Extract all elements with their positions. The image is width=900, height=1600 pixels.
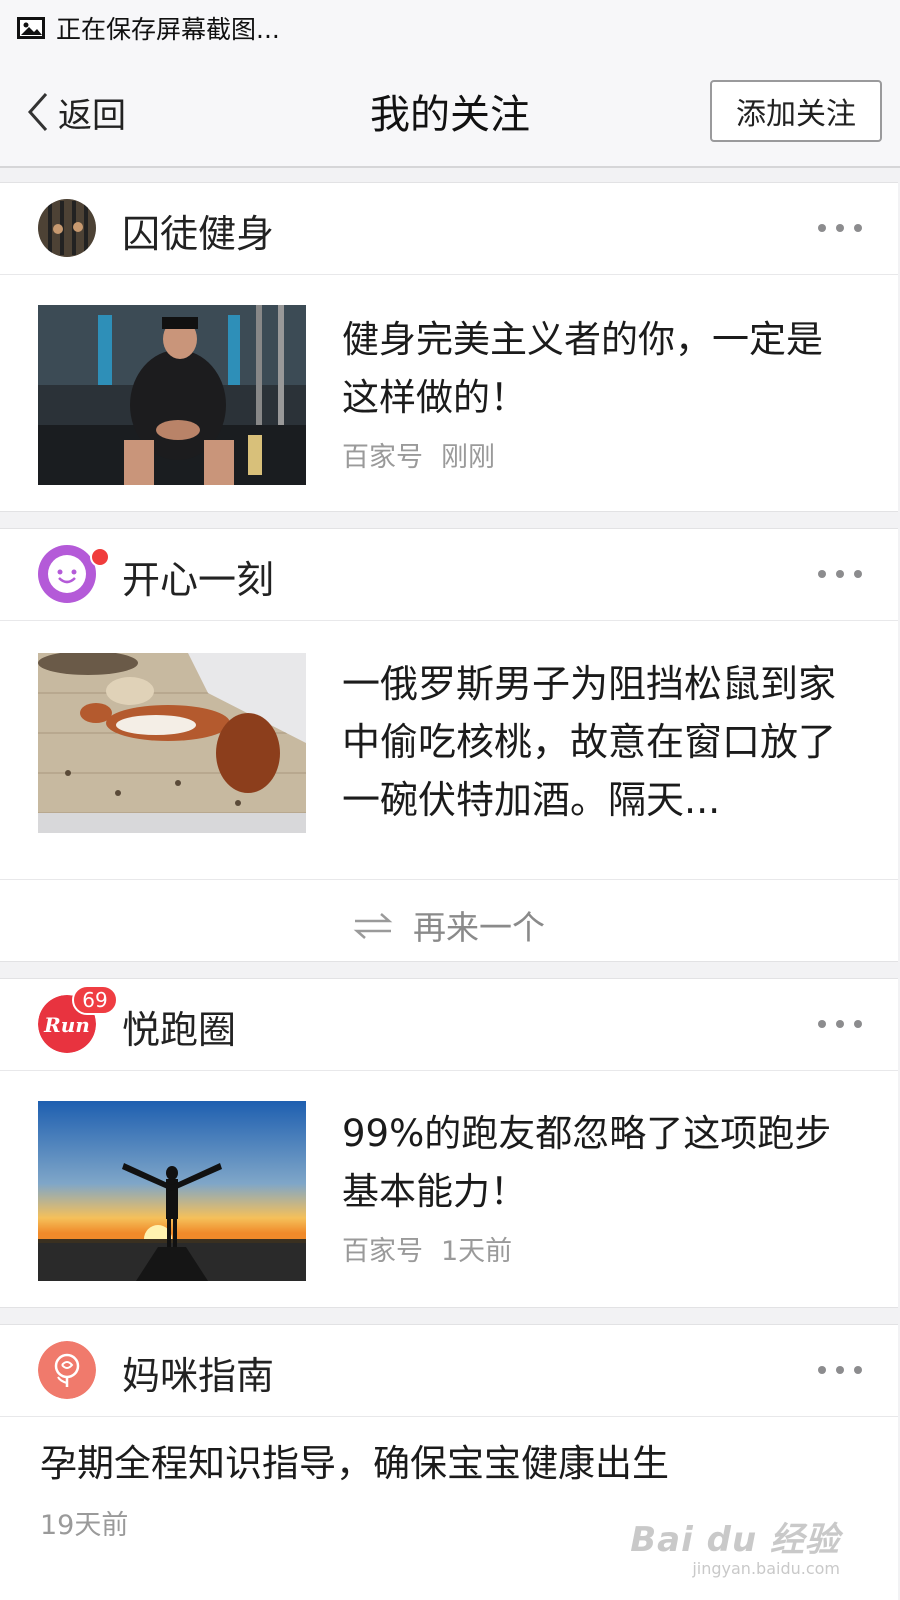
rose-avatar[interactable] <box>38 1341 96 1399</box>
more-options-icon[interactable] <box>818 1009 862 1039</box>
swap-arrows-icon <box>353 913 393 939</box>
prison-bars-avatar[interactable] <box>38 199 96 257</box>
add-follow-button[interactable]: 添加关注 <box>710 80 882 142</box>
article-meta: 百家号 1天前 <box>342 1229 512 1268</box>
feed-card: Run 69 悦跑圈 99%的跑友都忽略了这项跑步基本能力！ 百家号 1天前 <box>0 978 898 1308</box>
load-another-button[interactable]: 再来一个 <box>0 879 898 970</box>
article-thumbnail[interactable] <box>38 1101 306 1281</box>
watermark-url: jingyan.baidu.com <box>692 1559 840 1578</box>
account-name[interactable]: 开心一刻 <box>122 549 274 604</box>
card-header: 妈咪指南 <box>0 1325 898 1417</box>
article-source: 百家号 <box>342 442 423 473</box>
run-logo-text: Run <box>43 1013 90 1037</box>
notification-count-badge: 69 <box>72 985 118 1015</box>
more-options-icon[interactable] <box>818 559 862 589</box>
image-icon <box>17 17 45 39</box>
article-thumbnail[interactable] <box>38 305 306 485</box>
account-name[interactable]: 悦跑圈 <box>122 999 236 1054</box>
nav-bar: 返回 我的关注 添加关注 <box>0 56 900 168</box>
card-header: 囚徒健身 <box>0 183 898 275</box>
feed-card: 妈咪指南 孕期全程知识指导，确保宝宝健康出生 19天前 Bai du 经验 ji… <box>0 1324 898 1600</box>
watermark-logo: Bai du 经验 <box>630 1520 840 1560</box>
more-options-icon[interactable] <box>818 1355 862 1385</box>
article-meta: 百家号 刚刚 <box>342 435 495 474</box>
baidu-jingyan-watermark: Bai du 经验 jingyan.baidu.com <box>630 1512 840 1578</box>
article-title[interactable]: 一俄罗斯男子为阻挡松鼠到家中偷吃核桃，故意在窗口放了一碗伏特加酒。隔天... <box>342 655 842 829</box>
status-bar: 正在保存屏幕截图... <box>0 0 900 56</box>
feed-card: 开心一刻 一俄罗斯男子为阻挡松鼠到家中偷吃核桃，故意在窗口放了一碗伏特加酒。隔天… <box>0 528 898 962</box>
article-title[interactable]: 孕期全程知识指导，确保宝宝健康出生 <box>40 1435 860 1493</box>
status-text: 正在保存屏幕截图... <box>56 15 280 44</box>
article-title[interactable]: 99%的跑友都忽略了这项跑步基本能力！ <box>342 1105 842 1221</box>
smile-avatar[interactable] <box>38 545 96 603</box>
article-time: 19天前 <box>40 1510 129 1541</box>
notification-dot <box>90 547 110 567</box>
more-options-icon[interactable] <box>818 213 862 243</box>
article-thumbnail[interactable] <box>38 653 306 833</box>
load-another-label: 再来一个 <box>413 908 545 947</box>
feed-card: 囚徒健身 健身完美主义者的你，一定是这样做的！ 百家号 刚刚 <box>0 182 898 512</box>
article-source: 百家号 <box>342 1236 423 1267</box>
card-header: Run 69 悦跑圈 <box>0 979 898 1071</box>
account-name[interactable]: 囚徒健身 <box>122 203 274 258</box>
card-header: 开心一刻 <box>0 529 898 621</box>
account-name[interactable]: 妈咪指南 <box>122 1345 274 1400</box>
article-time: 1天前 <box>441 1236 513 1267</box>
article-title[interactable]: 健身完美主义者的你，一定是这样做的！ <box>342 311 842 427</box>
article-time: 刚刚 <box>441 442 495 473</box>
